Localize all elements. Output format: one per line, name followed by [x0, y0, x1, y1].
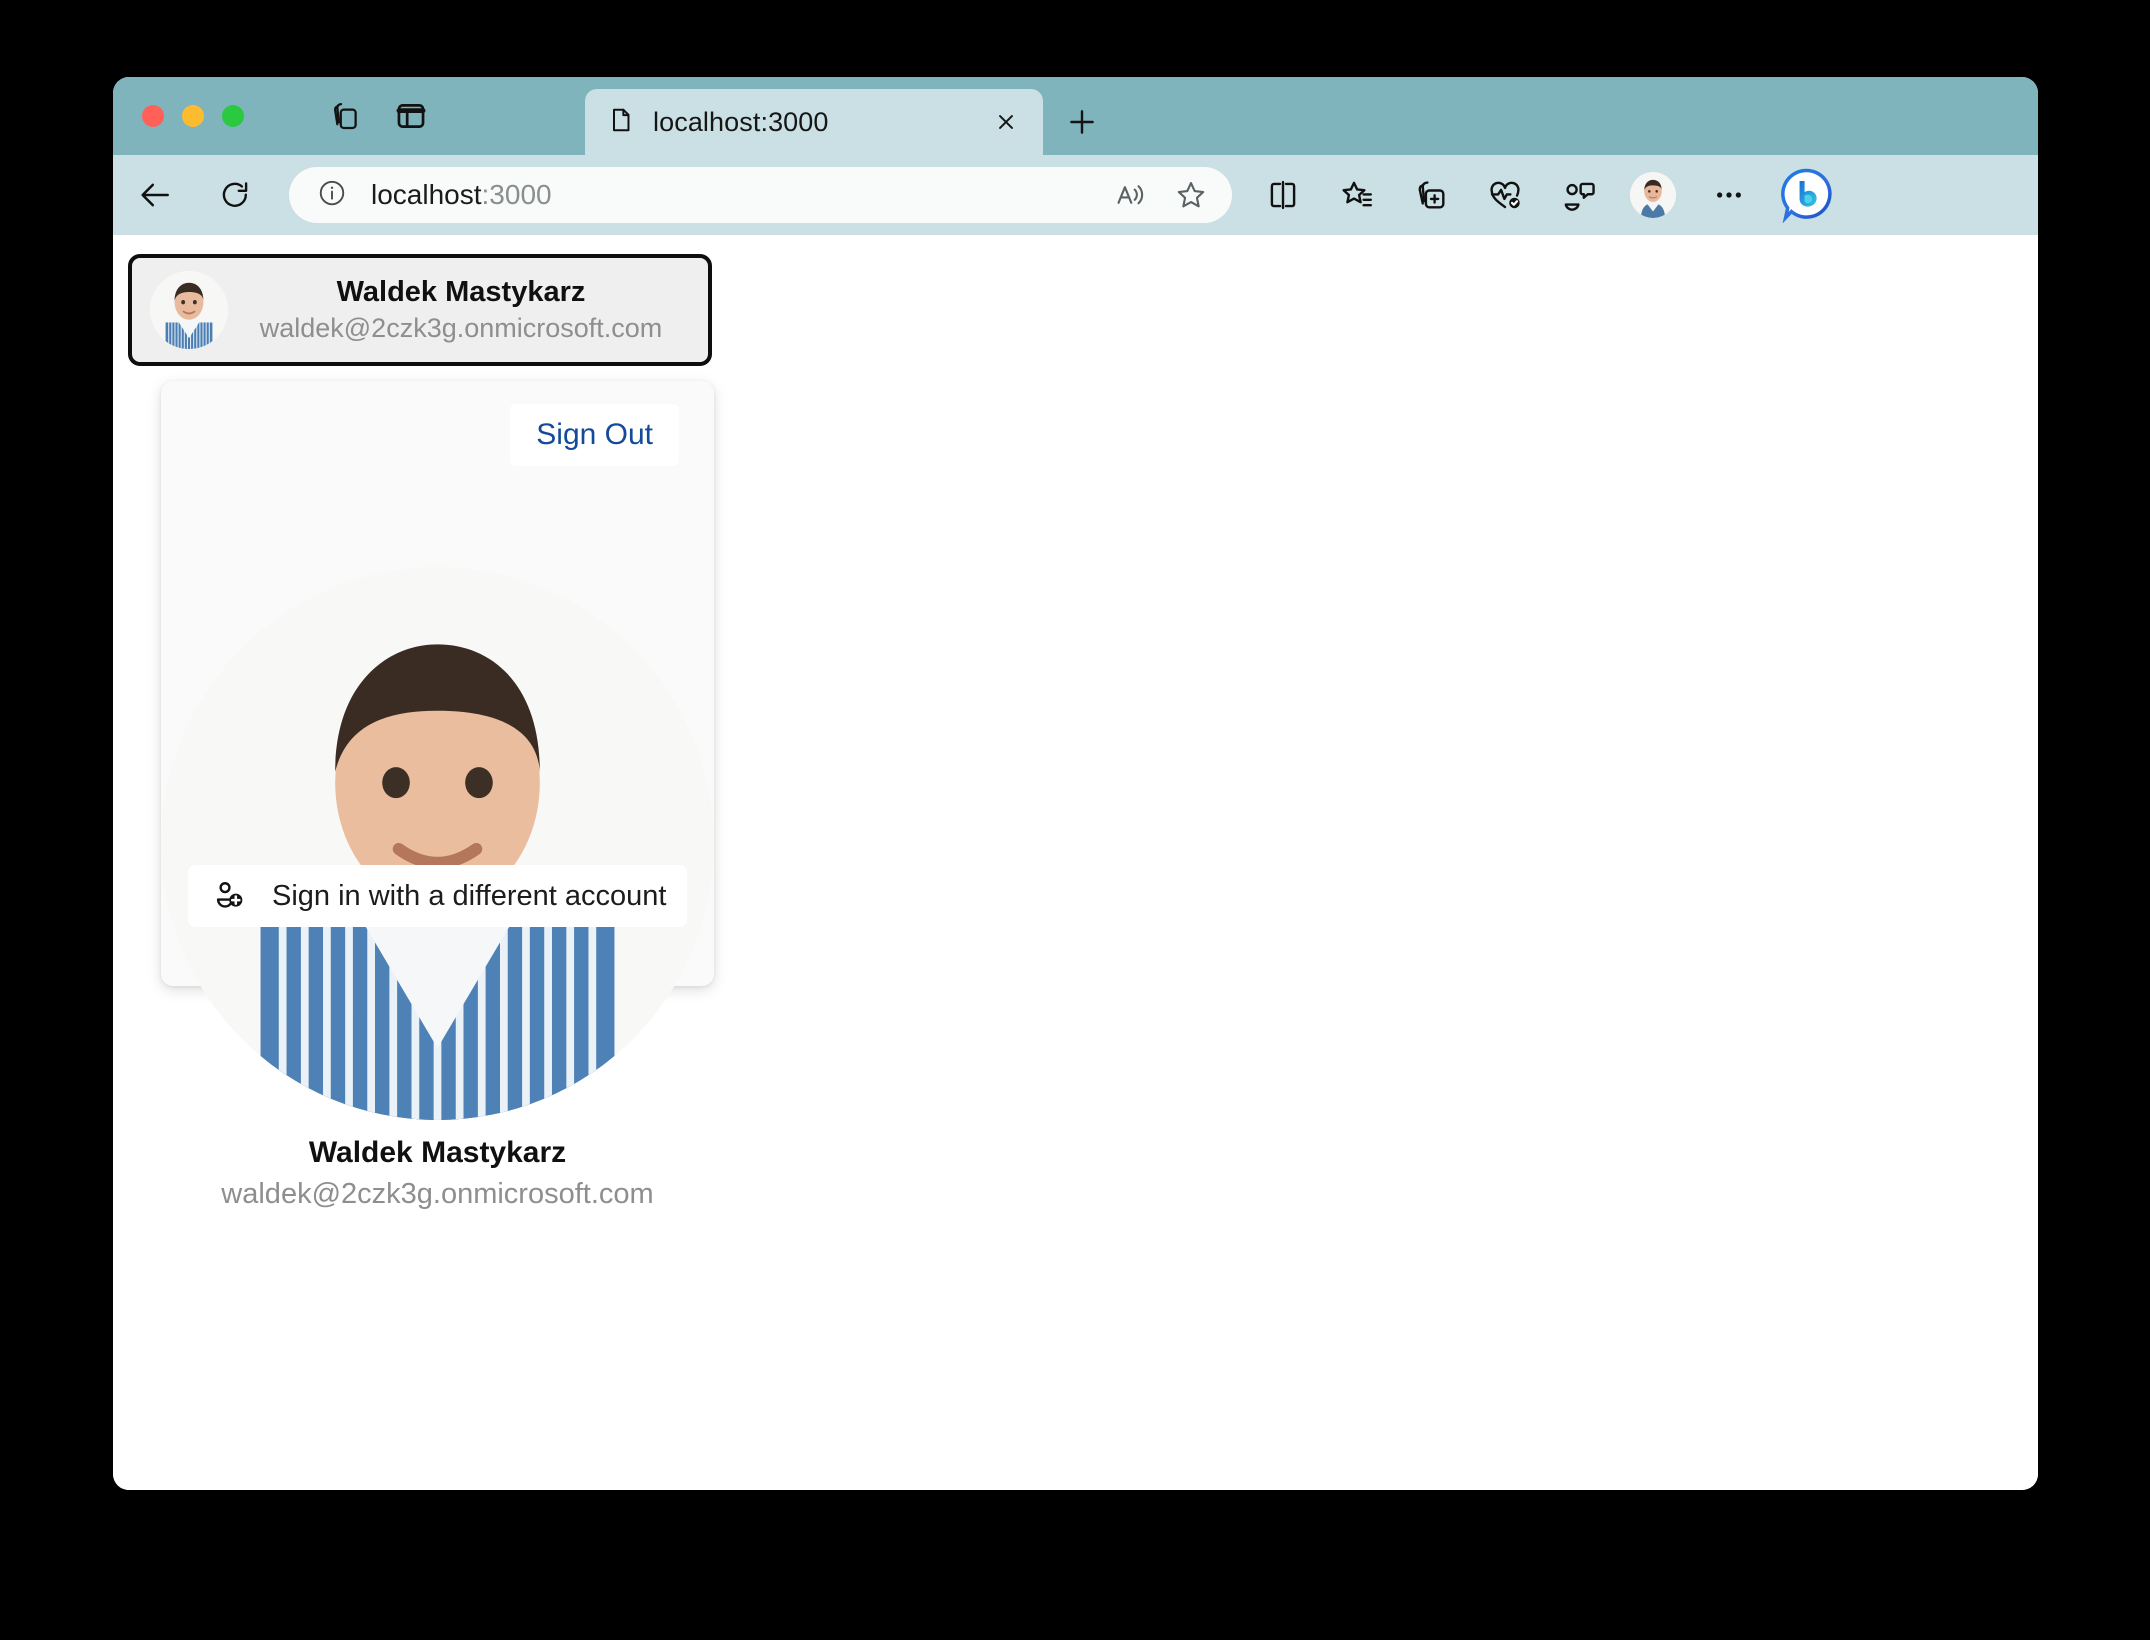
- window-close-button[interactable]: [142, 105, 164, 127]
- browser-titlebar: localhost:3000: [113, 77, 2038, 155]
- titlebar-icon-group: [328, 99, 428, 133]
- toolbar-actions: [1260, 172, 1602, 218]
- tab-groups-icon[interactable]: [328, 99, 362, 133]
- switch-account-button[interactable]: Sign in with a different account: [188, 865, 687, 927]
- url-port: :3000: [481, 179, 552, 210]
- person-add-icon: [212, 878, 246, 915]
- account-dropdown-panel: Sign Out Waldek Mastykarz waldek@2czk3g.…: [161, 381, 714, 1210]
- collections-icon[interactable]: [1408, 172, 1454, 218]
- close-icon[interactable]: [991, 107, 1021, 137]
- info-icon[interactable]: [317, 178, 347, 213]
- split-screen-icon[interactable]: [1260, 172, 1306, 218]
- new-tab-button[interactable]: [1063, 103, 1101, 141]
- reload-icon[interactable]: [209, 169, 261, 221]
- avatar: [150, 271, 228, 349]
- account-email: waldek@2czk3g.onmicrosoft.com: [221, 1178, 654, 1210]
- browser-toolbar: localhost:3000: [113, 155, 2038, 235]
- switch-account-label: Sign in with a different account: [272, 879, 667, 912]
- tab-localhost-3000[interactable]: localhost:3000: [585, 89, 1043, 155]
- avatar: [161, 567, 714, 1120]
- browser-window: localhost:3000 localhost:3000 Waldek Mas…: [113, 77, 2038, 1490]
- favorites-icon[interactable]: [1334, 172, 1380, 218]
- account-name: Waldek Mastykarz: [308, 1136, 567, 1169]
- account-email: waldek@2czk3g.onmicrosoft.com: [259, 313, 663, 344]
- back-button[interactable]: [129, 169, 181, 221]
- sidebar-toggle-icon[interactable]: [394, 99, 428, 133]
- address-bar[interactable]: localhost:3000: [289, 167, 1232, 223]
- browser-essentials-icon[interactable]: [1482, 172, 1528, 218]
- account-name: Waldek Mastykarz: [336, 276, 586, 308]
- profile-switch-icon[interactable]: [1556, 172, 1602, 218]
- window-controls: [142, 105, 244, 127]
- read-aloud-icon[interactable]: [1108, 172, 1154, 218]
- account-card-button[interactable]: Waldek Mastykarz waldek@2czk3g.onmicroso…: [128, 254, 712, 366]
- window-zoom-button[interactable]: [222, 105, 244, 127]
- page-icon: [607, 106, 635, 139]
- copilot-icon[interactable]: [1778, 167, 1834, 223]
- window-minimize-button[interactable]: [182, 105, 204, 127]
- sign-out-button[interactable]: Sign Out: [510, 404, 679, 466]
- tab-strip: localhost:3000: [585, 89, 1101, 155]
- avatar[interactable]: [1630, 172, 1676, 218]
- tab-title: localhost:3000: [653, 106, 829, 137]
- more-options-icon[interactable]: [1706, 172, 1752, 218]
- url-display[interactable]: localhost:3000: [371, 179, 1108, 211]
- account-card-text: Waldek Mastykarz waldek@2czk3g.onmicroso…: [228, 274, 708, 346]
- favorite-star-icon[interactable]: [1168, 172, 1214, 218]
- url-host: localhost: [371, 179, 482, 210]
- page-content: Waldek Mastykarz waldek@2czk3g.onmicroso…: [113, 235, 2038, 1490]
